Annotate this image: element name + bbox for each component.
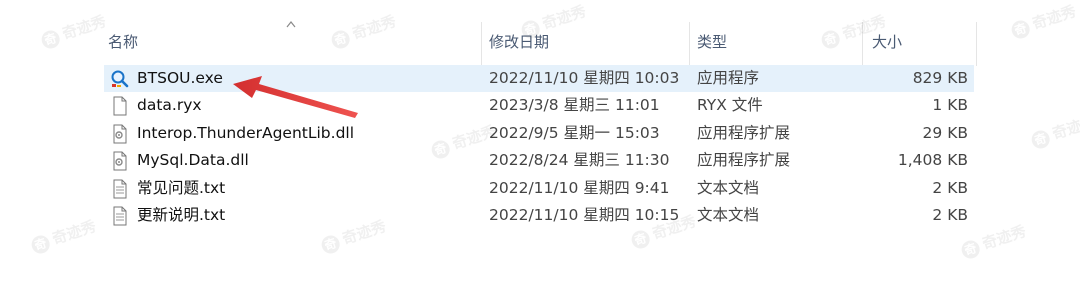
file-list: BTSOU.exe 2022/11/10 星期四 10:03 应用程序 829 … [104, 65, 974, 229]
file-name: MySql.Data.dll [137, 151, 249, 170]
watermark: 奇奇迹秀 [28, 215, 98, 256]
file-row[interactable]: Interop.ThunderAgentLib.dll 2022/9/5 星期一… [104, 120, 974, 147]
file-row[interactable]: MySql.Data.dll 2022/8/24 星期三 11:30 应用程序扩… [104, 147, 974, 174]
text-file-icon [113, 206, 127, 226]
sort-ascending-icon[interactable] [286, 20, 296, 28]
file-name: Interop.ThunderAgentLib.dll [137, 123, 355, 142]
file-type: 文本文档 [697, 205, 760, 224]
dll-file-icon [113, 151, 127, 171]
search-app-icon [111, 70, 129, 88]
file-date: 2022/9/5 星期一 15:03 [489, 123, 660, 142]
column-separator[interactable] [862, 22, 863, 66]
file-size: 829 KB [912, 69, 968, 87]
file-size: 1,408 KB [897, 151, 968, 170]
column-header-size[interactable]: 大小 [872, 31, 902, 53]
column-separator[interactable] [481, 22, 482, 66]
file-size: 2 KB [932, 205, 968, 224]
file-date: 2022/8/24 星期三 11:30 [489, 151, 670, 170]
column-header-name[interactable]: 名称 [108, 31, 138, 53]
watermark: 奇奇迹秀 [1028, 110, 1080, 151]
file-date: 2022/11/10 星期四 10:15 [489, 205, 680, 224]
file-row[interactable]: data.ryx 2023/3/8 星期三 11:01 RYX 文件 1 KB [104, 92, 974, 119]
file-type: RYX 文件 [697, 96, 763, 115]
file-row[interactable]: 常见问题.txt 2022/11/10 星期四 9:41 文本文档 2 KB [104, 175, 974, 202]
file-type: 应用程序扩展 [697, 151, 791, 170]
file-date: 2022/11/10 星期四 10:03 [489, 69, 680, 87]
file-name: 常见问题.txt [137, 178, 226, 197]
column-separator[interactable] [689, 22, 690, 66]
column-separator[interactable] [976, 22, 977, 66]
blank-file-icon [113, 96, 127, 116]
dll-file-icon [113, 124, 127, 144]
column-header-date[interactable]: 修改日期 [489, 31, 549, 53]
file-size: 1 KB [932, 96, 968, 115]
file-size: 29 KB [922, 123, 968, 142]
file-row[interactable]: 更新说明.txt 2022/11/10 星期四 10:15 文本文档 2 KB [104, 202, 974, 229]
column-header-type[interactable]: 类型 [697, 31, 727, 53]
file-type: 文本文档 [697, 178, 760, 197]
file-row[interactable]: BTSOU.exe 2022/11/10 星期四 10:03 应用程序 829 … [104, 65, 974, 93]
file-type: 应用程序 [697, 69, 760, 87]
file-name: 更新说明.txt [137, 205, 226, 224]
column-header-bar: 名称 修改日期 类型 大小 [0, 0, 1080, 68]
file-date: 2023/3/8 星期三 11:01 [489, 96, 660, 115]
file-size: 2 KB [932, 178, 968, 197]
file-name: BTSOU.exe [137, 69, 223, 87]
file-name: data.ryx [137, 96, 202, 115]
text-file-icon [113, 179, 127, 199]
file-date: 2022/11/10 星期四 9:41 [489, 178, 670, 197]
file-type: 应用程序扩展 [697, 123, 791, 142]
